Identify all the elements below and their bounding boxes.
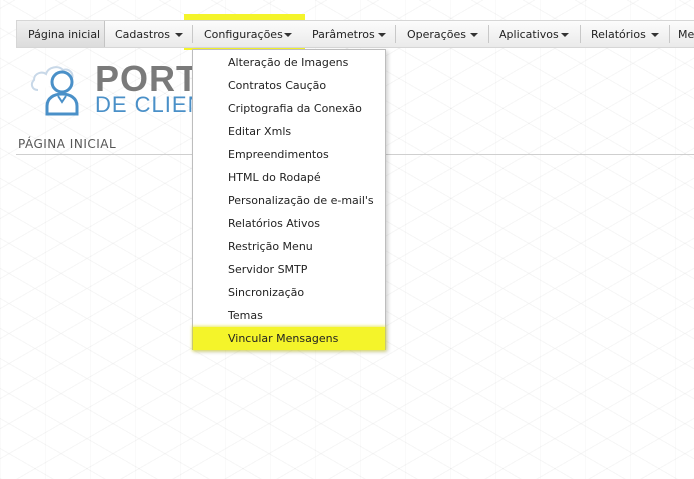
dropdown-item-alteracao-imagens[interactable]: Alteração de Imagens	[193, 51, 385, 74]
dropdown-item-sincronizacao[interactable]: Sincronização	[193, 281, 385, 304]
menu-separator	[580, 25, 581, 43]
menu-item-parametros[interactable]: Parâmetros	[312, 21, 392, 47]
menu-item-label: Relatórios	[591, 27, 646, 41]
menu-separator	[395, 25, 396, 43]
menu-item-label: Configurações	[204, 27, 283, 41]
chevron-down-icon	[284, 33, 292, 37]
menu-item-relatorios[interactable]: Relatórios	[591, 21, 671, 47]
menu-item-pagina-inicial[interactable]: Página inicial	[17, 21, 105, 47]
main-menu-bar: Página inicial Cadastros Configurações P…	[16, 20, 694, 48]
chevron-down-icon	[561, 33, 569, 37]
dropdown-item-editar-xmls[interactable]: Editar Xmls	[193, 120, 385, 143]
menu-item-mensagens[interactable]: Mer	[678, 21, 694, 47]
chevron-down-icon	[651, 33, 659, 37]
menu-item-label: Página inicial	[28, 27, 101, 41]
dropdown-item-empreendimentos[interactable]: Empreendimentos	[193, 143, 385, 166]
dropdown-item-vincular-mensagens[interactable]: Vincular Mensagens	[193, 327, 385, 350]
menu-item-configuracoes[interactable]: Configurações	[192, 21, 304, 47]
chevron-down-icon	[175, 33, 183, 37]
dropdown-item-servidor-smtp[interactable]: Servidor SMTP	[193, 258, 385, 281]
menu-separator	[488, 25, 489, 43]
menu-item-aplicativos[interactable]: Aplicativos	[499, 21, 582, 47]
dropdown-item-personalizacao-email[interactable]: Personalização de e-mail's	[193, 189, 385, 212]
configuracoes-dropdown: Alteração de Imagens Contratos Caução Cr…	[192, 49, 386, 350]
dropdown-item-restricao-menu[interactable]: Restrição Menu	[193, 235, 385, 258]
page-title: PÁGINA INICIAL	[18, 137, 117, 151]
menu-item-label: Cadastros	[115, 27, 170, 41]
menu-item-cadastros[interactable]: Cadastros	[115, 21, 189, 47]
portal-logo-icon	[30, 66, 79, 116]
dropdown-item-contratos-caucao[interactable]: Contratos Caução	[193, 74, 385, 97]
chevron-down-icon	[378, 33, 386, 37]
dropdown-item-criptografia-conexao[interactable]: Criptografia da Conexão	[193, 97, 385, 120]
menu-separator	[669, 25, 670, 43]
menu-item-label: Operações	[407, 27, 466, 41]
menu-item-label: Parâmetros	[312, 27, 375, 41]
dropdown-item-relatorios-ativos[interactable]: Relatórios Ativos	[193, 212, 385, 235]
chevron-down-icon	[470, 33, 478, 37]
dropdown-item-temas[interactable]: Temas	[193, 304, 385, 327]
dropdown-item-html-rodape[interactable]: HTML do Rodapé	[193, 166, 385, 189]
menu-item-label: Mer	[678, 27, 694, 41]
menu-item-operacoes[interactable]: Operações	[407, 21, 487, 47]
menu-item-label: Aplicativos	[499, 27, 559, 41]
